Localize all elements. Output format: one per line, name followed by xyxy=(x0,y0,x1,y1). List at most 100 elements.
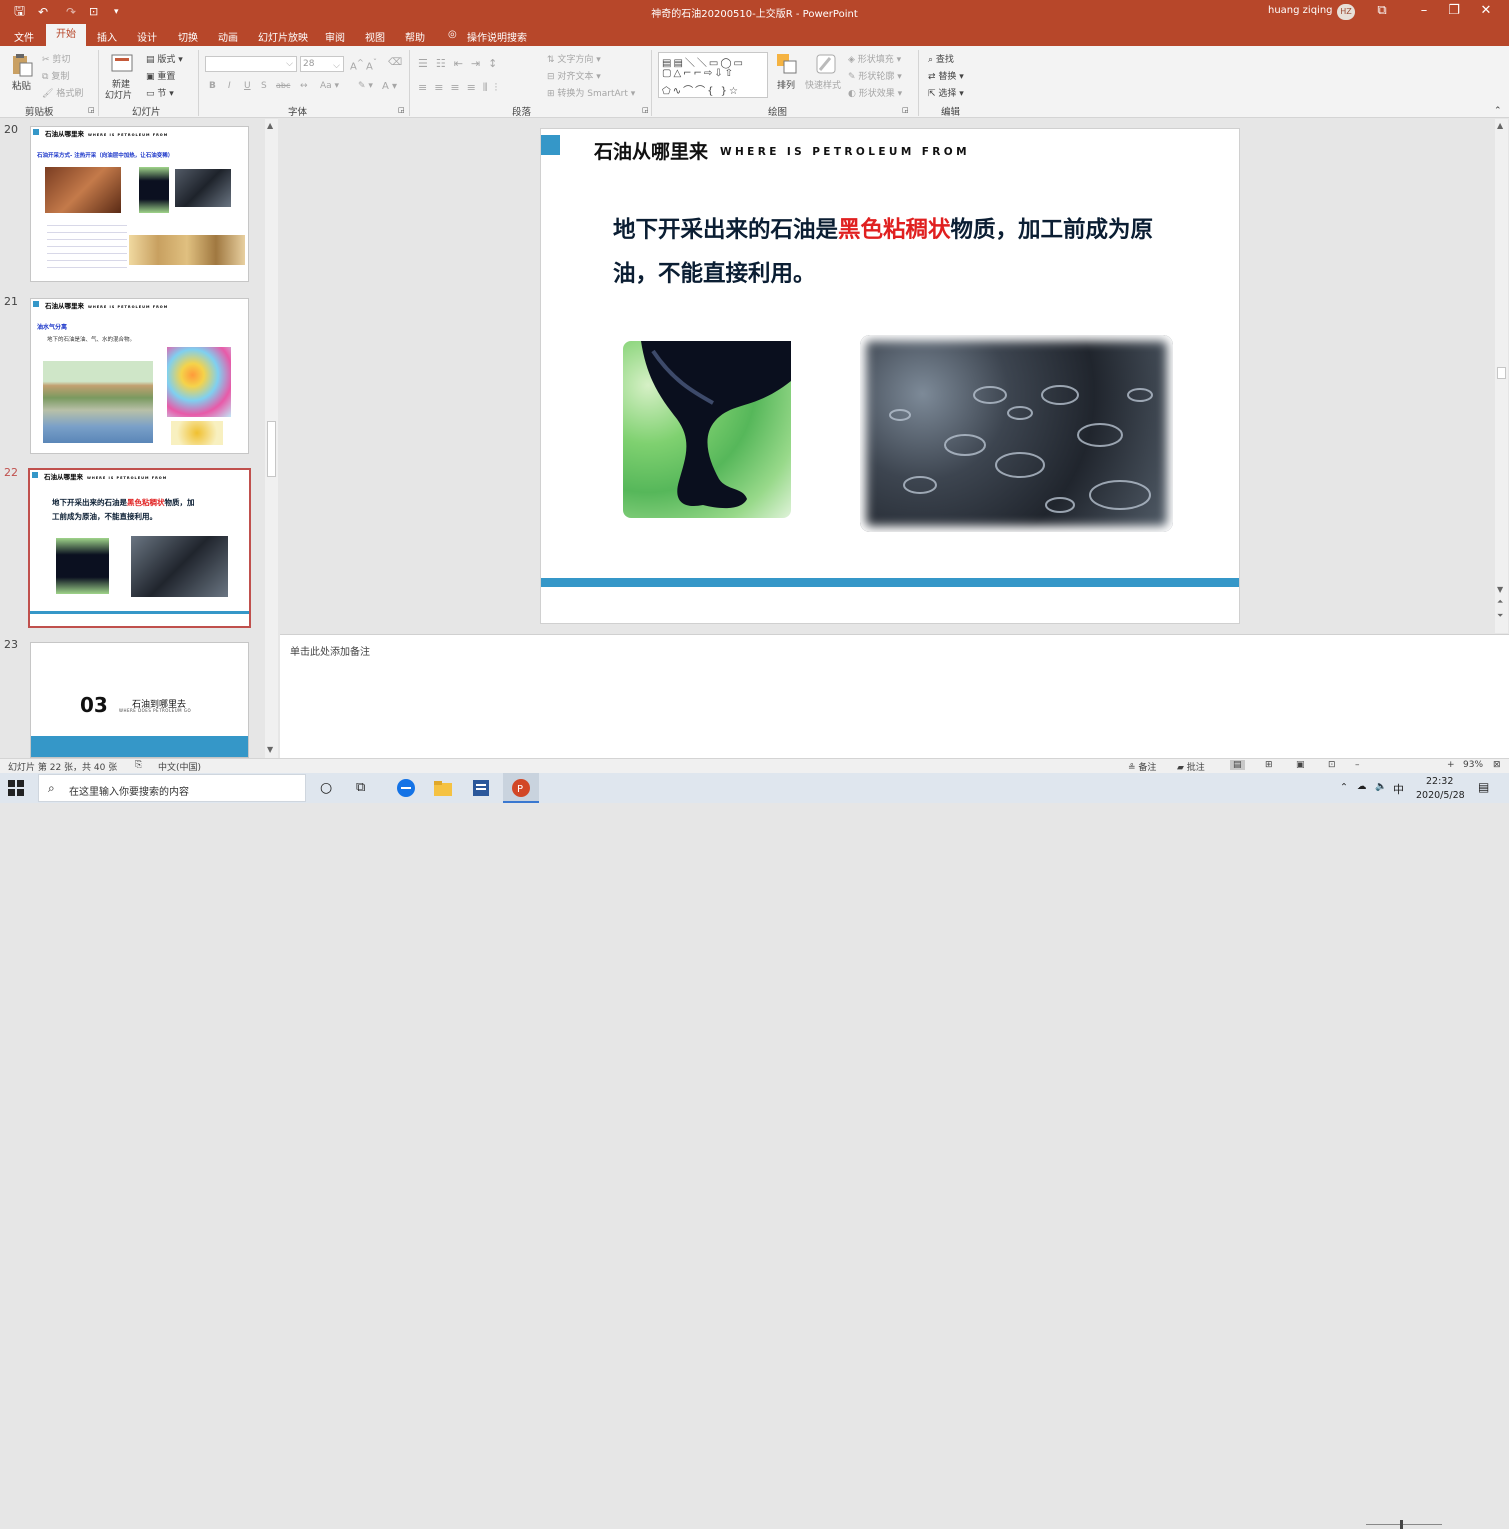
cut-button[interactable]: ✂ 剪切 xyxy=(42,52,70,65)
notification-icon[interactable]: ▤ xyxy=(1478,780,1489,794)
italic-button[interactable]: I xyxy=(228,81,231,91)
dialog-launcher-icon[interactable]: ◲ xyxy=(398,106,405,114)
thumbnail-scrollbar[interactable]: ▲ ▼ xyxy=(265,119,278,758)
slide-thumbnail-20[interactable]: 石油从哪里来 WHERE IS PETROLEUM FROM 石油开采方式- 注热… xyxy=(30,126,249,282)
underline-button[interactable]: U xyxy=(244,81,251,91)
notes-placeholder[interactable]: 单击此处添加备注 xyxy=(290,643,370,658)
shapes-row-2[interactable]: ▢△⌐⌐⇨⇩⇧ xyxy=(662,68,735,79)
clear-formatting-icon[interactable]: ⌫ xyxy=(388,57,402,68)
taskbar-search-box[interactable]: ⌕ 在这里输入你要搜索的内容 xyxy=(38,774,306,802)
zoom-slider-thumb[interactable] xyxy=(1400,1520,1403,1529)
quick-styles-button[interactable]: 快速样式 xyxy=(805,78,841,91)
maximize-icon[interactable]: ❐ xyxy=(1442,3,1466,18)
change-case-button[interactable]: Aa ▾ xyxy=(320,81,339,91)
scroll-down-icon[interactable]: ▼ xyxy=(1497,585,1503,594)
select-button[interactable]: ⇱ 选择 ▾ xyxy=(928,86,964,99)
dialog-launcher-icon[interactable]: ◲ xyxy=(642,106,649,114)
tray-overflow-icon[interactable]: ⌃ xyxy=(1340,782,1348,793)
tab-animations[interactable]: 动画 xyxy=(218,29,238,44)
find-button[interactable]: ⌕ 查找 xyxy=(928,52,954,65)
tell-me-search[interactable]: 操作说明搜索 xyxy=(467,29,527,44)
zoom-out-button[interactable]: – xyxy=(1355,760,1360,770)
language-indicator[interactable]: 中文(中国) xyxy=(158,760,201,773)
tab-transitions[interactable]: 切换 xyxy=(178,29,198,44)
align-buttons[interactable]: ≡≡≡≡⫴⫶ xyxy=(418,81,504,95)
align-text-button[interactable]: ⊟ 对齐文本 ▾ xyxy=(547,69,601,82)
text-shadow-button[interactable]: S xyxy=(261,81,267,91)
scroll-up-icon[interactable]: ▲ xyxy=(1497,121,1503,130)
task-view-icon[interactable]: ⧉ xyxy=(356,780,365,795)
comments-toggle[interactable]: ▰ 批注 xyxy=(1177,760,1205,773)
font-size-combobox[interactable]: 28 ⌵ xyxy=(300,56,344,72)
close-icon[interactable]: ✕ xyxy=(1474,3,1498,18)
slide-body-text[interactable]: 地下开采出来的石油是黑色粘稠状物质，加工前成为原油，不能直接利用。 xyxy=(613,208,1173,296)
copy-button[interactable]: ⧉ 复制 xyxy=(42,69,69,82)
zoom-slider-track[interactable] xyxy=(1366,1524,1442,1525)
format-painter-button[interactable]: 🖌 格式刷 xyxy=(42,86,83,99)
highlight-icon[interactable]: ✎ ▾ xyxy=(358,81,373,91)
scroll-down-icon[interactable]: ▼ xyxy=(267,745,273,754)
spell-check-icon[interactable]: ⎘ xyxy=(135,760,142,770)
new-slide-icon[interactable] xyxy=(110,52,134,76)
tab-view[interactable]: 视图 xyxy=(365,29,385,44)
paste-icon[interactable] xyxy=(10,53,34,77)
strikethrough-button[interactable]: abc xyxy=(276,81,290,90)
scroll-thumb[interactable] xyxy=(267,421,276,477)
powerpoint-taskbar-item[interactable]: P xyxy=(503,773,539,803)
font-color-icon[interactable]: A ▾ xyxy=(382,81,397,92)
new-slide-label-2[interactable]: 幻灯片 xyxy=(105,88,132,101)
decrease-font-size-button[interactable]: Aˇ xyxy=(366,57,377,72)
shape-fill-button[interactable]: ◈ 形状填充 ▾ xyxy=(848,52,901,65)
arrange-icon[interactable] xyxy=(775,52,799,76)
layout-button[interactable]: ▤ 版式 ▾ xyxy=(146,52,183,65)
zoom-level[interactable]: 93% xyxy=(1463,760,1483,770)
normal-view-icon[interactable]: ▤ xyxy=(1230,760,1245,770)
tab-slideshow[interactable]: 幻灯片放映 xyxy=(258,29,308,44)
quick-styles-icon[interactable] xyxy=(814,52,838,76)
notes-pane[interactable]: 单击此处添加备注 xyxy=(280,634,1509,758)
paste-button[interactable]: 粘贴 xyxy=(12,78,31,92)
slide-thumbnail-21[interactable]: 石油从哪里来 WHERE IS PETROLEUM FROM 油水气分离 地下的石… xyxy=(30,298,249,454)
scroll-thumb[interactable] xyxy=(1497,367,1506,379)
character-spacing-icon[interactable]: ↔ xyxy=(300,81,308,91)
tab-insert[interactable]: 插入 xyxy=(97,29,117,44)
slideshow-icon[interactable]: ⊡ xyxy=(1328,760,1336,770)
shapes-gallery[interactable]: ▤▤＼＼▭◯▭ ▢△⌐⌐⇨⇩⇧ ⬠∿⌒⌒{ }☆ xyxy=(658,52,768,98)
tab-design[interactable]: 设计 xyxy=(137,29,157,44)
fit-slide-icon[interactable]: ⊠ xyxy=(1493,760,1501,770)
cortana-icon[interactable]: ○ xyxy=(320,780,332,796)
file-explorer-icon[interactable] xyxy=(432,777,454,799)
section-button[interactable]: ▭ 节 ▾ xyxy=(146,86,174,99)
ime-indicator[interactable]: 中 xyxy=(1393,781,1404,797)
crude-oil-surface-image[interactable] xyxy=(860,335,1173,532)
shape-effects-button[interactable]: ◐ 形状效果 ▾ xyxy=(848,86,902,99)
shapes-row-1[interactable]: ▤▤＼＼▭◯▭ xyxy=(662,54,745,69)
onedrive-icon[interactable]: ☁ xyxy=(1357,781,1367,792)
clock-date[interactable]: 2020/5/28 xyxy=(1416,790,1465,801)
shapes-row-3[interactable]: ⬠∿⌒⌒{ }☆ xyxy=(662,82,740,97)
slide[interactable]: 石油从哪里来 WHERE IS PETROLEUM FROM 地下开采出来的石油是… xyxy=(540,128,1240,624)
increase-font-size-button[interactable]: A^ xyxy=(350,57,364,72)
tab-home[interactable]: 开始 xyxy=(46,24,86,46)
list-buttons[interactable]: ☰☷⇤⇥↕ xyxy=(418,57,505,70)
dialog-launcher-icon[interactable]: ◲ xyxy=(88,106,95,114)
tab-file[interactable]: 文件 xyxy=(14,29,34,44)
minimize-icon[interactable]: – xyxy=(1412,3,1436,18)
slide-sorter-icon[interactable]: ⊞ xyxy=(1265,760,1273,770)
shape-outline-button[interactable]: ✎ 形状轮廓 ▾ xyxy=(848,69,902,82)
windows-start-icon[interactable] xyxy=(8,780,24,796)
slide-thumbnail-23[interactable]: 03 石油到哪里去 WHERE DOES PETROLEUM GO xyxy=(30,642,249,758)
notes-toggle[interactable]: ≗ 备注 xyxy=(1128,760,1156,773)
arrange-button[interactable]: 排列 xyxy=(777,78,795,91)
smartart-button[interactable]: ⊞ 转换为 SmartArt ▾ xyxy=(547,86,635,99)
scroll-up-icon[interactable]: ▲ xyxy=(267,121,273,130)
next-slide-icon[interactable]: ⏷ xyxy=(1497,611,1503,621)
tab-review[interactable]: 审阅 xyxy=(325,29,345,44)
slide-scrollbar[interactable]: ▲ ▼ ⏶ ⏷ xyxy=(1495,119,1508,633)
previous-slide-icon[interactable]: ⏶ xyxy=(1497,597,1503,607)
ribbon-display-options-icon[interactable]: ⧉ xyxy=(1370,3,1394,18)
font-name-combobox[interactable]: ⌵ xyxy=(205,56,297,72)
tab-help[interactable]: 帮助 xyxy=(405,29,425,44)
zoom-in-button[interactable]: + xyxy=(1447,760,1455,770)
slide-thumbnail-22-selected[interactable]: 石油从哪里来 WHERE IS PETROLEUM FROM 地下开采出来的石油是… xyxy=(28,468,251,628)
